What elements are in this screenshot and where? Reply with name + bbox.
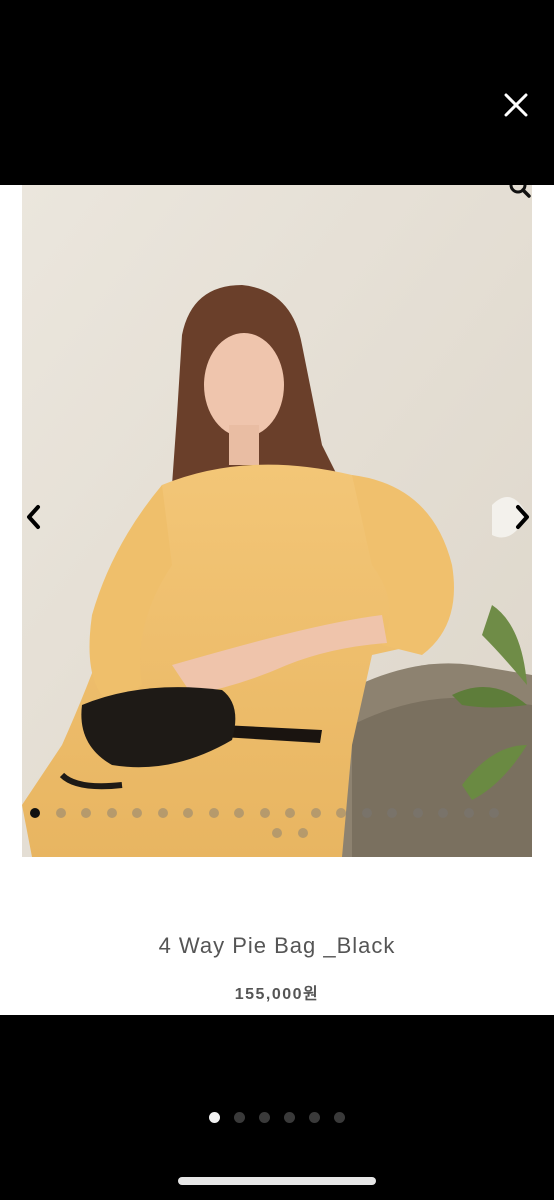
photo-dot[interactable] <box>234 808 244 818</box>
photo-dot[interactable] <box>310 808 321 818</box>
chevron-right-icon <box>516 505 529 529</box>
photo-dot[interactable] <box>30 808 40 818</box>
close-icon <box>504 93 528 117</box>
chevron-left-icon <box>27 505 40 529</box>
close-button[interactable] <box>498 87 534 123</box>
previous-image-button[interactable] <box>20 497 48 537</box>
photo-dot[interactable] <box>157 808 168 818</box>
gallery-page-dot[interactable] <box>259 1112 270 1123</box>
photo-dot[interactable] <box>285 808 295 818</box>
photo-dot[interactable] <box>387 808 397 818</box>
next-image-button[interactable] <box>508 497 536 537</box>
product-image-viewer: 4 Way Pie Bag _Black 155,000원 <box>0 0 554 1200</box>
product-card: 4 Way Pie Bag _Black 155,000원 <box>0 185 554 1015</box>
photo-dot[interactable] <box>106 808 117 818</box>
photo-dot[interactable] <box>463 808 474 818</box>
photo-dot[interactable] <box>361 808 372 818</box>
product-price: 155,000원 <box>234 986 320 1003</box>
photo-dot[interactable] <box>297 828 308 838</box>
product-photo[interactable] <box>22 185 532 857</box>
gallery-page-dot[interactable] <box>284 1112 295 1123</box>
photo-dot[interactable] <box>489 808 499 818</box>
photo-dot[interactable] <box>259 808 270 818</box>
zoom-icon <box>509 185 531 198</box>
photo-dot[interactable] <box>183 808 193 818</box>
photo-dot[interactable] <box>208 808 219 818</box>
zoom-button[interactable] <box>506 185 534 201</box>
photo-dot[interactable] <box>81 808 91 818</box>
photo-dot[interactable] <box>412 808 423 818</box>
gallery-page-dot[interactable] <box>309 1112 320 1123</box>
photo-carousel-dots <box>22 805 532 845</box>
gallery-pager <box>0 1112 554 1124</box>
gallery-page-dot[interactable] <box>209 1112 220 1123</box>
photo-dot[interactable] <box>336 808 346 818</box>
photo-dot[interactable] <box>132 808 142 818</box>
photo-dot[interactable] <box>438 808 448 818</box>
photo-dot[interactable] <box>55 808 66 818</box>
gallery-page-dot[interactable] <box>234 1112 245 1123</box>
product-title: 4 Way Pie Bag _Black <box>158 933 396 958</box>
gallery-page-dot[interactable] <box>334 1112 345 1123</box>
home-indicator[interactable] <box>178 1177 376 1185</box>
photo-dot[interactable] <box>272 828 282 838</box>
